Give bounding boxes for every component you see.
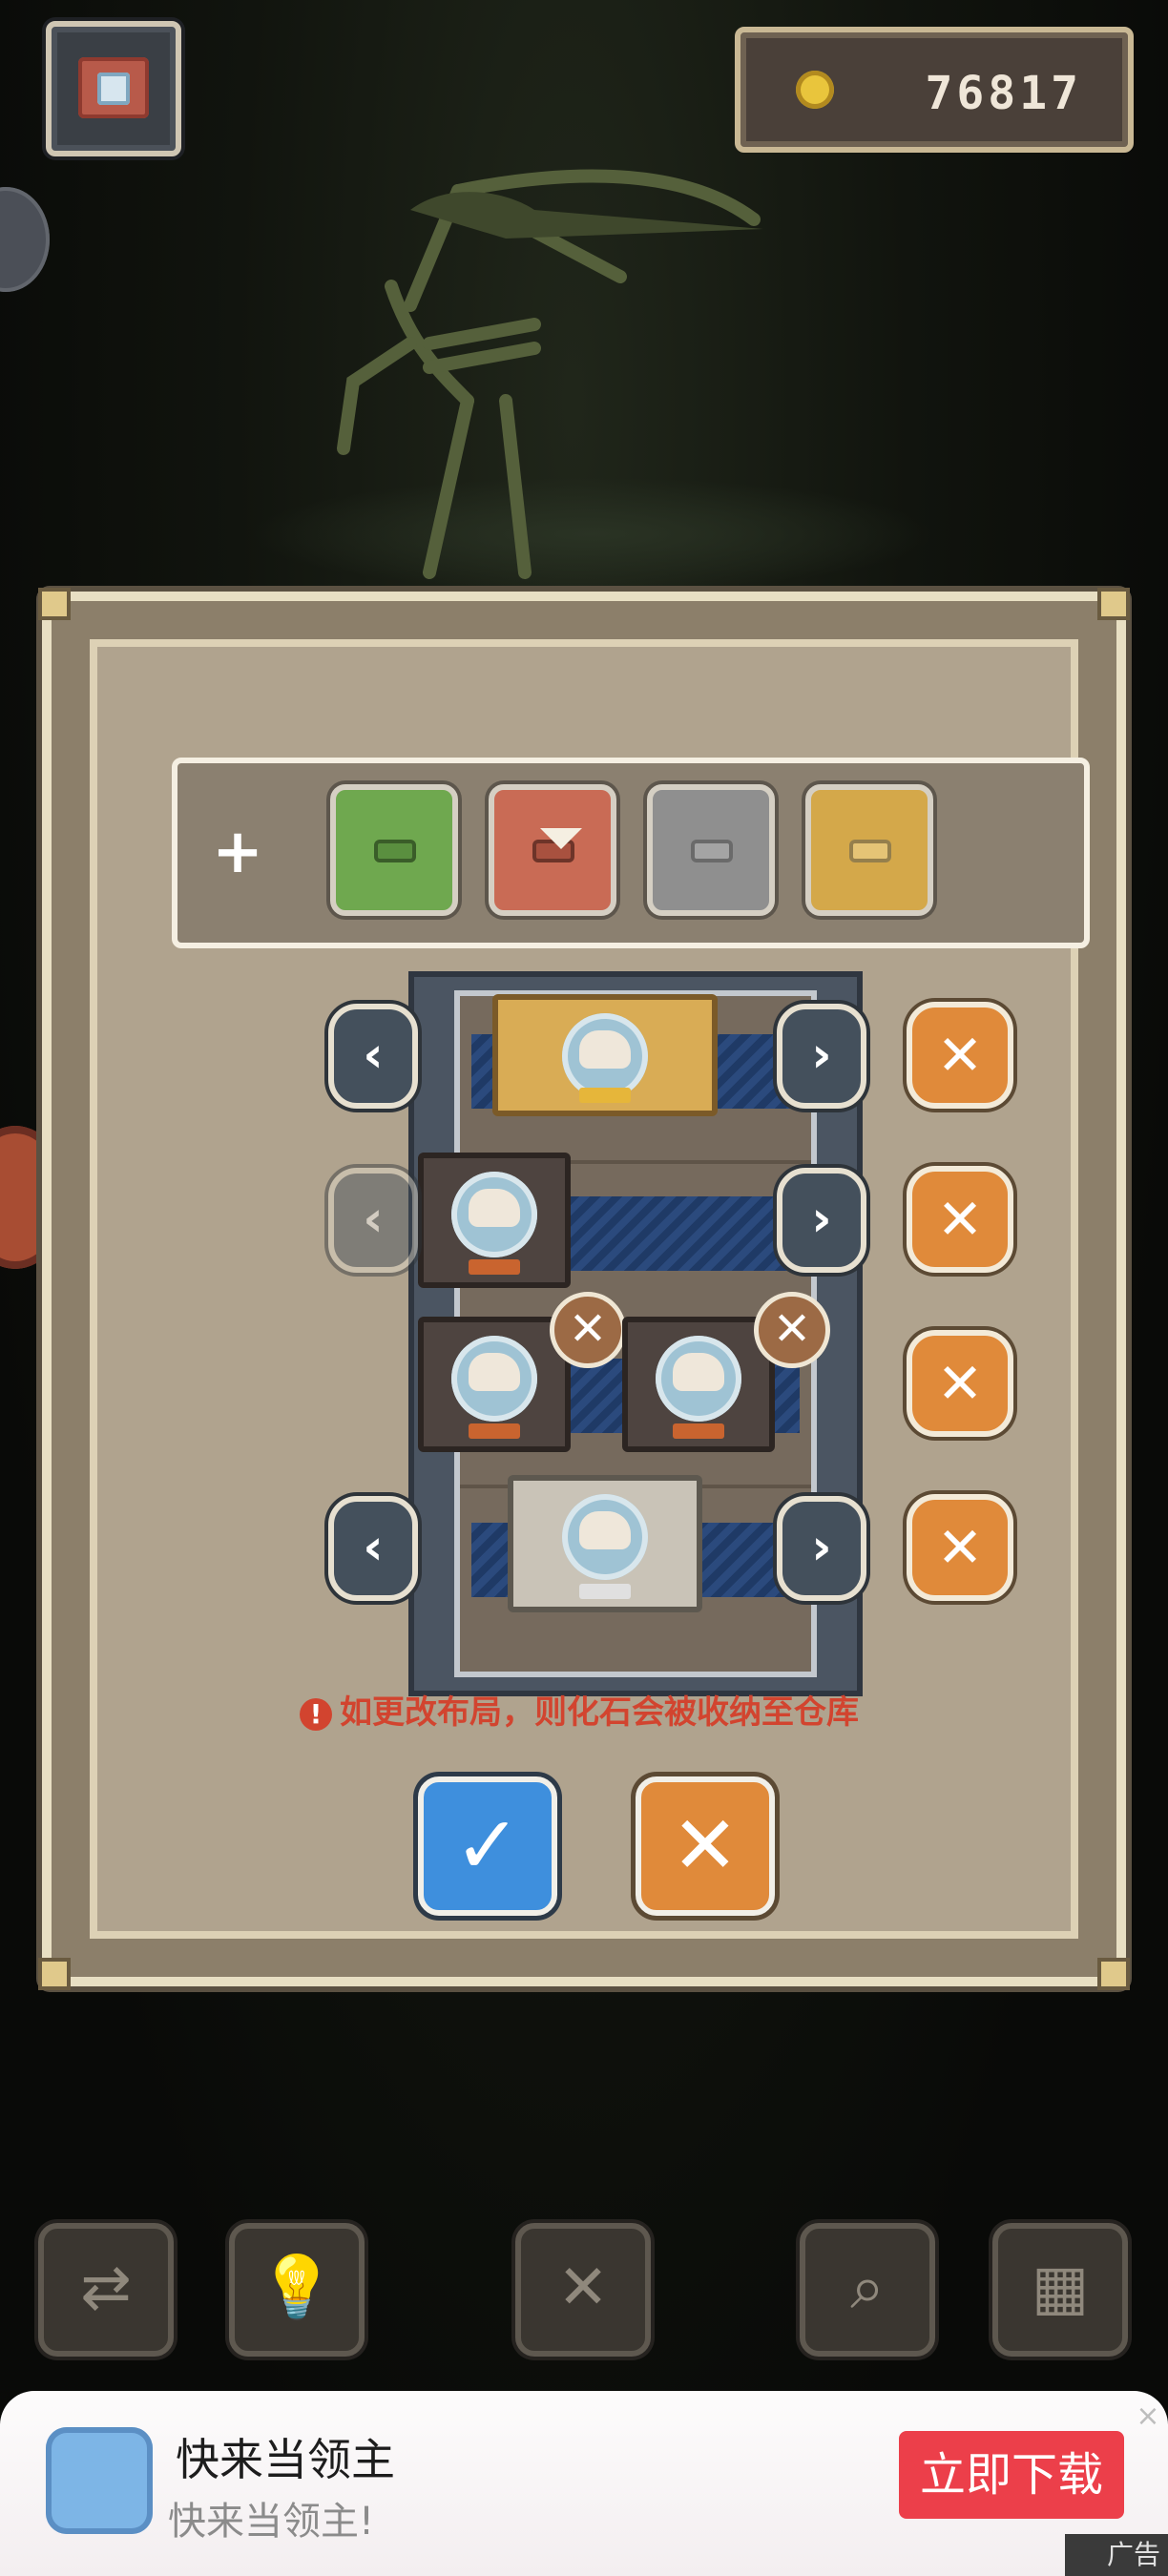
row2-left-arrow[interactable]: ‹ xyxy=(328,1168,418,1273)
fossil-display-row1[interactable] xyxy=(492,994,718,1116)
display-plaque xyxy=(469,1259,520,1275)
panel-body: + ✕ ✕ ‹ › ✕ ‹ › ✕ ✕ ‹ › ✕ ! 如更改布局，则化石会被收… xyxy=(90,639,1090,1939)
fossil-display-row3-right[interactable] xyxy=(622,1317,775,1452)
search-fossil-button[interactable]: ⌕ xyxy=(800,2223,935,2357)
panel-corner xyxy=(1097,588,1130,620)
display-plaque xyxy=(579,1088,631,1103)
coin-balance: 76817 xyxy=(735,27,1134,153)
row4-right-arrow[interactable]: › xyxy=(777,1496,866,1601)
remove-fossil-button[interactable]: ✕ xyxy=(754,1292,830,1368)
cancel-button[interactable]: ✕ xyxy=(636,1776,775,1916)
ad-title: 快来当领主 xyxy=(176,2434,395,2485)
pterosaur-skeleton-image xyxy=(337,169,763,579)
row4-remove-button[interactable]: ✕ xyxy=(907,1494,1013,1601)
magnifier-icon: ⌕ xyxy=(850,2253,885,2323)
lightbulb-icon: 💡 xyxy=(259,2253,335,2323)
close-ad-icon[interactable]: × xyxy=(1134,2402,1162,2431)
app-icon xyxy=(46,2427,153,2534)
case-icon xyxy=(691,840,733,862)
map-icon: ▦ xyxy=(1031,2253,1090,2323)
style-swatch-red[interactable] xyxy=(489,784,616,916)
ad-tag: 广告 xyxy=(1065,2534,1168,2576)
row1-left-arrow[interactable]: ‹ xyxy=(328,1004,418,1109)
fossil-display-row3-left[interactable] xyxy=(418,1317,571,1452)
swap-layout-button[interactable]: ⇄ xyxy=(38,2223,174,2357)
panel-corner xyxy=(38,1958,71,1990)
warning-text: 如更改布局，则化石会被收纳至仓库 xyxy=(340,1693,859,1732)
display-style-selector: + xyxy=(172,758,1090,948)
display-plaque xyxy=(673,1423,724,1439)
row2-remove-button[interactable]: ✕ xyxy=(907,1166,1013,1273)
row3-remove-button[interactable]: ✕ xyxy=(907,1330,1013,1437)
fossil-display-row4[interactable] xyxy=(508,1475,702,1612)
style-swatch-green[interactable] xyxy=(330,784,458,916)
case-icon xyxy=(374,840,416,862)
coin-icon xyxy=(796,71,834,109)
row1-right-arrow[interactable]: › xyxy=(777,1004,866,1109)
style-swatch-gray[interactable] xyxy=(647,784,775,916)
confirm-button[interactable]: ✓ xyxy=(418,1776,557,1916)
ad-banner[interactable]: 快来当领主 快来当领主! 立即下载 × 广告 xyxy=(0,2391,1168,2576)
light-button[interactable]: 💡 xyxy=(229,2223,365,2357)
fossil-skull-icon xyxy=(673,1353,724,1391)
camera-button[interactable] xyxy=(46,21,181,156)
close-tool-button[interactable]: ✕ xyxy=(515,2223,651,2357)
row4-left-arrow[interactable]: ‹ xyxy=(328,1496,418,1601)
layout-warning: ! 如更改布局，则化石会被收纳至仓库 xyxy=(300,1689,910,1736)
fossil-skull-icon xyxy=(469,1189,520,1227)
close-icon: ✕ xyxy=(557,2253,609,2323)
download-button[interactable]: 立即下载 xyxy=(899,2431,1124,2519)
layout-editor-panel: + ✕ ✕ ‹ › ✕ ‹ › ✕ ✕ ‹ › ✕ ! 如更改布局，则化石会被收… xyxy=(38,588,1130,1990)
display-plaque xyxy=(579,1584,631,1599)
selector-pointer xyxy=(540,828,582,849)
fossil-skull-icon xyxy=(469,1353,520,1391)
ad-subtitle: 快来当领主! xyxy=(168,2500,375,2544)
remove-fossil-button[interactable]: ✕ xyxy=(550,1292,626,1368)
row2-right-arrow[interactable]: › xyxy=(777,1168,866,1273)
add-button[interactable]: + xyxy=(195,809,281,895)
camera-lens xyxy=(97,73,130,105)
coin-count: 76817 xyxy=(925,67,1082,120)
fossil-skull-icon xyxy=(579,1511,631,1549)
swap-icon: ⇄ xyxy=(80,2253,132,2323)
fossil-skull-icon xyxy=(579,1030,631,1069)
warning-icon: ! xyxy=(300,1697,332,1731)
style-swatch-gold[interactable] xyxy=(805,784,933,916)
map-button[interactable]: ▦ xyxy=(992,2223,1128,2357)
panel-corner xyxy=(38,588,71,620)
fossil-display-row2[interactable] xyxy=(418,1153,571,1288)
row1-remove-button[interactable]: ✕ xyxy=(907,1002,1013,1109)
case-icon xyxy=(849,840,891,862)
camera-icon xyxy=(78,57,149,118)
display-plaque xyxy=(469,1423,520,1439)
panel-corner xyxy=(1097,1958,1130,1990)
